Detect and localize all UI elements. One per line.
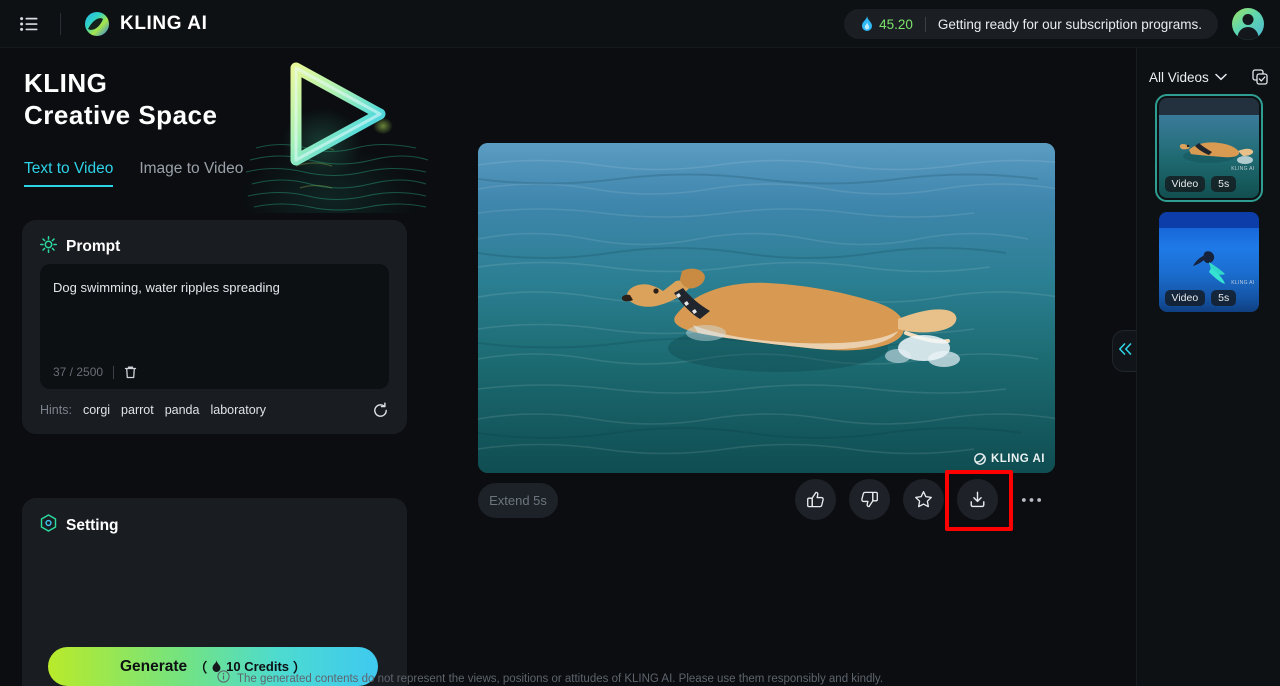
hamburger-menu-icon[interactable] bbox=[16, 11, 42, 37]
prompt-input-box[interactable]: Dog swimming, water ripples spreading 37… bbox=[40, 264, 389, 389]
hints-label: Hints: bbox=[40, 403, 72, 417]
sidebar-collapse-button[interactable] bbox=[1112, 330, 1136, 372]
info-circle-icon bbox=[217, 670, 230, 686]
sidebar-filter-label[interactable]: All Videos bbox=[1149, 70, 1209, 85]
page-title: KLING Creative Space bbox=[24, 68, 217, 131]
prompt-meta-divider bbox=[113, 365, 115, 379]
list-item[interactable]: KLING AI Video 5s bbox=[1154, 94, 1263, 202]
video-watermark-text: KLING AI bbox=[990, 453, 1045, 465]
video-action-bar bbox=[795, 479, 1052, 520]
prompt-card-title: Prompt bbox=[66, 238, 121, 255]
status-badge: Video bbox=[1164, 290, 1206, 306]
hero-title-line1: KLING bbox=[24, 68, 108, 98]
brand-logo-link[interactable]: KLING AI bbox=[83, 10, 207, 38]
thumbnail-watermark: KLING AI bbox=[1231, 280, 1255, 286]
thumbnail-badges: Video 5s bbox=[1164, 290, 1237, 306]
avatar[interactable] bbox=[1232, 8, 1264, 40]
list-item[interactable]: KLING AI Video 5s bbox=[1158, 212, 1259, 312]
video-frame-content bbox=[478, 143, 1055, 473]
toolbar-divider bbox=[60, 12, 61, 35]
status-badge: Video bbox=[1164, 176, 1206, 192]
favorite-button[interactable] bbox=[903, 479, 944, 520]
download-icon bbox=[970, 491, 985, 508]
double-chevron-left-icon bbox=[1118, 342, 1132, 360]
kling-ai-app: KLING AI 45.20 Getting ready for our sub… bbox=[0, 0, 1280, 686]
hero-title-line2: Creative Space bbox=[24, 99, 218, 130]
avatar-body bbox=[1237, 27, 1259, 40]
video-thumbnail-list: KLING AI Video 5s KLING AI Video 5s bbox=[1137, 94, 1280, 312]
star-icon bbox=[915, 491, 932, 508]
thumbs-up-button[interactable] bbox=[795, 479, 836, 520]
duration-badge: 5s bbox=[1211, 176, 1237, 192]
hints-row: Hints: corgi parrot panda laboratory bbox=[40, 403, 266, 417]
thumbnail-watermark: KLING AI bbox=[1231, 166, 1255, 172]
prompt-card: Prompt Dog swimming, water ripples sprea… bbox=[22, 220, 407, 434]
credits-divider bbox=[924, 16, 926, 32]
video-watermark: KLING AI bbox=[974, 453, 1045, 465]
tab-image-to-video[interactable]: Image to Video bbox=[139, 160, 243, 187]
refresh-icon[interactable] bbox=[372, 402, 389, 424]
disclaimer-text: The generated contents do not represent … bbox=[236, 673, 884, 685]
prompt-char-count: 37 / 2500 bbox=[53, 365, 104, 379]
settings-hexagon-icon bbox=[40, 514, 57, 537]
hero-banner: KLING Creative Space Text to Video Image… bbox=[0, 48, 440, 213]
mode-tabs: Text to Video Image to Video bbox=[24, 160, 243, 187]
announcement-text: Getting ready for our subscription progr… bbox=[937, 16, 1202, 32]
videos-sidebar: All Videos KLING AI Video 5s KLING AI Vi… bbox=[1136, 48, 1280, 686]
thumbs-up-icon bbox=[807, 491, 824, 508]
play-triangle-icon bbox=[268, 56, 398, 176]
setting-card-title: Setting bbox=[66, 516, 119, 534]
extend-button[interactable]: Extend 5s bbox=[478, 483, 558, 518]
left-panel: KLING Creative Space Text to Video Image… bbox=[0, 48, 440, 686]
prompt-meta: 37 / 2500 bbox=[53, 365, 137, 379]
prompt-card-header: Prompt bbox=[22, 220, 407, 258]
kling-mark-icon bbox=[974, 453, 986, 465]
trash-icon[interactable] bbox=[124, 365, 137, 379]
credits-pill[interactable]: 45.20 Getting ready for our subscription… bbox=[844, 9, 1218, 39]
download-button[interactable] bbox=[957, 479, 998, 520]
sun-idea-icon bbox=[40, 236, 57, 258]
hint-chip-laboratory[interactable]: laboratory bbox=[210, 403, 266, 417]
setting-card-header: Setting bbox=[22, 498, 407, 537]
ellipsis-icon bbox=[1021, 497, 1042, 502]
flame-icon bbox=[862, 16, 873, 31]
top-bar: KLING AI 45.20 Getting ready for our sub… bbox=[0, 0, 1280, 48]
tab-text-to-video[interactable]: Text to Video bbox=[24, 160, 114, 187]
hint-chip-corgi[interactable]: corgi bbox=[83, 403, 110, 417]
kling-logo-icon bbox=[83, 10, 111, 38]
brand-name: KLING AI bbox=[120, 12, 208, 34]
multi-select-icon[interactable] bbox=[1252, 69, 1268, 85]
chevron-down-icon[interactable] bbox=[1215, 68, 1227, 86]
sidebar-header: All Videos bbox=[1137, 48, 1280, 86]
thumbs-down-icon bbox=[861, 491, 878, 508]
duration-badge: 5s bbox=[1211, 290, 1237, 306]
avatar-head bbox=[1242, 14, 1254, 25]
hint-chip-parrot[interactable]: parrot bbox=[121, 403, 154, 417]
credits-value: 45.20 bbox=[879, 16, 913, 32]
disclaimer: The generated contents do not represent … bbox=[0, 670, 1100, 686]
hint-chip-panda[interactable]: panda bbox=[165, 403, 200, 417]
more-options-button[interactable] bbox=[1011, 479, 1052, 520]
thumbnail-badges: Video 5s bbox=[1164, 176, 1237, 192]
thumbs-down-button[interactable] bbox=[849, 479, 890, 520]
video-preview[interactable]: KLING AI bbox=[478, 143, 1055, 473]
prompt-input[interactable]: Dog swimming, water ripples spreading bbox=[53, 279, 377, 297]
